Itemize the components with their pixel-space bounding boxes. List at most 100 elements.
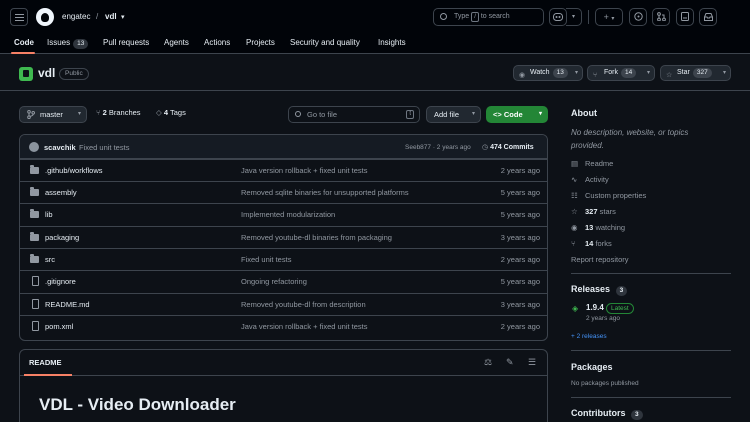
table-row[interactable]: lib Implemented modularization 5 years a… xyxy=(20,203,547,225)
file-name[interactable]: .github/workflows xyxy=(45,166,103,175)
activity-link[interactable]: ∿ Activity xyxy=(571,175,609,184)
tab-actions[interactable]: Actions xyxy=(204,38,230,47)
tab-security[interactable]: Security and quality xyxy=(290,38,360,47)
table-row[interactable]: .gitignore Ongoing refactoring 5 years a… xyxy=(20,270,547,292)
tab-label: Actions xyxy=(204,38,231,47)
issues-button[interactable] xyxy=(629,8,647,26)
file-name[interactable]: pom.xml xyxy=(45,322,73,331)
readme-tab[interactable]: README xyxy=(29,358,62,367)
go-to-file-shortcut: t xyxy=(406,110,414,119)
commit-author[interactable]: scavchik xyxy=(44,143,76,152)
fork-button[interactable]: ⑂ Fork 14 ▾ xyxy=(587,65,655,81)
inbox-button[interactable] xyxy=(699,8,717,26)
add-file-button[interactable]: Add file ▾ xyxy=(426,106,481,123)
tab-code[interactable]: Code xyxy=(14,38,34,47)
tab-label: Pull requests xyxy=(103,38,150,47)
forks-value: 14 xyxy=(585,239,594,248)
repo-link[interactable]: vdl xyxy=(105,12,117,21)
file-commit-message[interactable]: Java version rollback + fixed unit tests xyxy=(241,166,368,175)
releases-label: Releases xyxy=(571,284,611,294)
divider xyxy=(571,350,731,351)
chevron-down-icon: ▾ xyxy=(77,111,81,117)
report-repository-link[interactable]: Report repository xyxy=(571,255,629,264)
commits-link[interactable]: ◷ 474 Commits xyxy=(482,143,534,151)
readme-link[interactable]: ▤ Readme xyxy=(571,159,613,168)
create-new-button[interactable]: + ▾ xyxy=(595,8,623,26)
file-name[interactable]: assembly xyxy=(45,188,77,197)
github-logo-icon[interactable] xyxy=(36,8,54,26)
global-search[interactable]: Type / to search xyxy=(433,8,544,26)
tags-link[interactable]: ◇ 4 Tags xyxy=(156,108,186,117)
tag-icon: ◈ xyxy=(572,304,579,313)
chevron-down-icon[interactable]: ▾ xyxy=(121,13,125,21)
tab-pull-requests[interactable]: Pull requests xyxy=(103,38,149,47)
go-to-file-input[interactable]: Go to file t xyxy=(288,106,420,123)
file-name[interactable]: .gitignore xyxy=(45,277,76,286)
list-icon[interactable]: ☰ xyxy=(528,357,536,368)
sidebar-label: Custom properties xyxy=(585,191,647,200)
folder-icon xyxy=(30,209,39,218)
branches-link[interactable]: ⑂ 2 Branches xyxy=(96,108,141,117)
menu-icon-line xyxy=(15,17,24,18)
owner-link[interactable]: engatec xyxy=(62,12,90,21)
file-commit-message[interactable]: Implemented modularization xyxy=(241,210,335,219)
menu-button[interactable] xyxy=(10,8,28,26)
releases-heading[interactable]: Releases 3 xyxy=(571,284,628,296)
table-row[interactable]: src Fixed unit tests 2 years ago xyxy=(20,248,547,270)
star-button[interactable]: ☆ Star 327 ▾ xyxy=(660,65,731,81)
tab-issues[interactable]: Issues 13 xyxy=(47,38,89,49)
copilot-menu-button[interactable]: ▾ xyxy=(566,8,582,26)
chevron-down-icon: ▾ xyxy=(646,70,650,76)
code-label: Code xyxy=(503,110,523,119)
file-commit-message[interactable]: Removed youtube-dl from description xyxy=(241,300,366,309)
more-releases-link[interactable]: + 2 releases xyxy=(571,333,607,340)
packages-heading[interactable]: Packages xyxy=(571,362,613,372)
divider xyxy=(588,10,589,24)
avatar[interactable] xyxy=(29,142,39,152)
tab-projects[interactable]: Projects xyxy=(246,38,275,47)
table-row[interactable]: .github/workflows Java version rollback … xyxy=(20,159,547,181)
chevron-down-icon: ▾ xyxy=(538,111,542,117)
tab-insights[interactable]: Insights xyxy=(378,38,406,47)
release-name[interactable]: 1.9.4 xyxy=(586,303,604,312)
file-name[interactable]: README.md xyxy=(45,300,90,309)
file-commit-message[interactable]: Java version rollback + fixed unit tests xyxy=(241,322,368,331)
file-name[interactable]: lib xyxy=(45,210,53,219)
repositories-button[interactable] xyxy=(676,8,694,26)
custom-properties-link[interactable]: ☷ Custom properties xyxy=(571,191,646,200)
file-commit-message[interactable]: Removed sqlite binaries for unsupported … xyxy=(241,188,409,197)
about-description: No description, website, or topics provi… xyxy=(571,128,689,150)
table-row[interactable]: packaging Removed youtube-dl binaries fr… xyxy=(20,226,547,248)
commit-meta[interactable]: Seeb877 · 2 years ago xyxy=(405,144,471,151)
table-row[interactable]: assembly Removed sqlite binaries for uns… xyxy=(20,181,547,203)
table-row[interactable]: README.md Removed youtube-dl from descri… xyxy=(20,293,547,315)
watching-link[interactable]: ◉ 13 watching xyxy=(571,223,625,232)
table-row[interactable]: pom.xml Java version rollback + fixed un… xyxy=(20,315,547,337)
branch-select[interactable]: master ▾ xyxy=(19,106,87,123)
file-commit-message[interactable]: Removed youtube-dl binaries from packagi… xyxy=(241,233,392,242)
pull-requests-button[interactable] xyxy=(652,8,670,26)
watch-button[interactable]: ◉ Watch 13 ▾ xyxy=(513,65,583,81)
stars-link[interactable]: ☆ 327 stars xyxy=(571,207,616,216)
file-name[interactable]: src xyxy=(45,255,55,264)
file-commit-message[interactable]: Fixed unit tests xyxy=(241,255,291,264)
file-age: 3 years ago xyxy=(500,233,540,242)
repo-title[interactable]: vdl xyxy=(38,66,55,80)
file-age: 2 years ago xyxy=(500,166,540,175)
copilot-button[interactable] xyxy=(549,8,567,26)
sidebar-label: stars xyxy=(599,207,616,216)
sidebar-label: Activity xyxy=(585,175,609,184)
watch-count: 13 xyxy=(552,68,568,78)
scale-icon[interactable]: ⚖ xyxy=(484,357,492,368)
forks-link[interactable]: ⑂ 14 forks xyxy=(571,239,612,248)
file-name[interactable]: packaging xyxy=(45,233,79,242)
tab-agents[interactable]: Agents xyxy=(164,38,189,47)
search-placeholder-suffix: to search xyxy=(480,13,510,20)
copilot-icon xyxy=(553,13,563,21)
commit-message[interactable]: Fixed unit tests xyxy=(79,143,129,152)
report-label: Report repository xyxy=(571,255,629,264)
code-button[interactable]: <> Code ▾ xyxy=(486,106,548,123)
file-commit-message[interactable]: Ongoing refactoring xyxy=(241,277,307,286)
contributors-heading[interactable]: Contributors 3 xyxy=(571,408,643,420)
pencil-icon[interactable]: ✎ xyxy=(506,357,514,368)
